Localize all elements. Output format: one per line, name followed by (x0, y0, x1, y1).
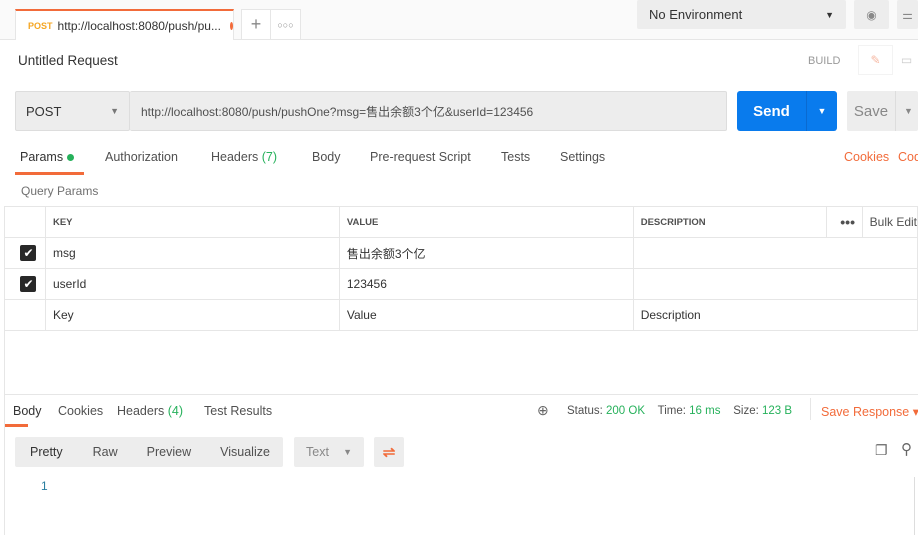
environment-select[interactable]: No Environment ▼ (637, 0, 846, 29)
eye-icon[interactable]: ◉ (854, 0, 889, 29)
row-checkbox[interactable]: ✔ (20, 276, 37, 292)
resp-tab-test-results[interactable]: Test Results (204, 404, 272, 418)
row-checkbox[interactable]: ✔ (20, 245, 37, 261)
tab-params[interactable]: Params (20, 150, 74, 164)
resp-tab-cookies[interactable]: Cookies (58, 404, 103, 418)
method-label: POST (26, 103, 62, 119)
response-size: 123 B (762, 405, 793, 417)
table-row-new: Key Value Description (4, 299, 918, 331)
comment-icon[interactable]: ▭ (895, 45, 918, 75)
response-meta: Status: 200 OK Time: 16 ms Size: 123 B (567, 405, 793, 417)
param-value[interactable]: 售出余额3个亿 (338, 237, 634, 269)
format-label: Text (306, 445, 329, 459)
save-label: Save (853, 102, 889, 120)
request-tab[interactable]: POST http://localhost:8080/push/pu... (15, 9, 234, 40)
send-label: Send (753, 102, 790, 120)
param-key[interactable]: userId (44, 268, 340, 300)
line-number: 1 (41, 479, 48, 493)
code-link[interactable]: Code (898, 150, 918, 164)
resp-tab-headers[interactable]: Headers (4) (117, 404, 183, 418)
copy-icon[interactable]: ❐ (875, 442, 888, 459)
response-time: 16 ms (689, 405, 721, 417)
view-preview[interactable]: Preview (147, 445, 191, 459)
more-options-icon[interactable]: ••• (825, 206, 863, 238)
key-placeholder[interactable]: Key (44, 299, 340, 331)
table-row: ✔ userId 123456 (4, 268, 918, 300)
save-response-button[interactable]: Save Response ▾ (821, 404, 918, 419)
globe-icon[interactable]: ⊕ (537, 402, 549, 419)
cookies-link[interactable]: Cookies (844, 150, 889, 164)
col-key: KEY (44, 206, 340, 238)
url-input[interactable]: http://localhost:8080/push/pushOne?msg=售… (130, 91, 727, 131)
send-dropdown-icon[interactable]: ▼ (806, 91, 837, 131)
search-icon[interactable]: ⚲ (901, 440, 912, 458)
param-value[interactable]: 123456 (338, 268, 634, 300)
more-tabs-button[interactable]: ○○○ (270, 9, 301, 40)
request-title[interactable]: Untitled Request (18, 53, 118, 68)
description-placeholder[interactable]: Description (632, 299, 918, 331)
environment-label: No Environment (649, 7, 743, 22)
save-dropdown-icon[interactable]: ▼ (895, 91, 913, 131)
format-select[interactable]: Text ▼ (294, 437, 364, 467)
view-pretty[interactable]: Pretty (30, 445, 63, 459)
unsaved-dot-icon (229, 21, 233, 30)
param-description[interactable] (632, 237, 918, 269)
status-code: 200 OK (606, 405, 646, 417)
tab-body[interactable]: Body (312, 150, 341, 164)
save-button[interactable]: Save ▼ (847, 91, 918, 131)
col-description: DESCRIPTION (632, 206, 827, 238)
tab-headers[interactable]: Headers (7) (211, 150, 277, 164)
wrap-lines-icon[interactable]: ⇌ (374, 437, 404, 467)
active-tab-indicator (15, 172, 84, 175)
tab-method: POST (28, 20, 53, 31)
bulk-edit-link[interactable]: Bulk Edit (861, 206, 918, 238)
param-description[interactable] (632, 268, 918, 300)
send-button[interactable]: Send ▼ (737, 91, 837, 131)
pencil-icon[interactable]: ✎ (858, 45, 893, 75)
params-table: KEY VALUE DESCRIPTION ••• Bulk Edit ✔ ms… (4, 206, 918, 331)
new-tab-button[interactable]: + (241, 9, 271, 40)
tab-settings[interactable]: Settings (560, 150, 605, 164)
scrollbar[interactable] (914, 477, 915, 535)
divider (4, 394, 918, 395)
view-mode-group: Pretty Raw Preview Visualize (15, 437, 283, 467)
tab-prerequest-script[interactable]: Pre-request Script (370, 150, 471, 164)
resp-tab-body[interactable]: Body (13, 404, 42, 418)
param-key[interactable]: msg (44, 237, 340, 269)
tab-title: http://localhost:8080/push/pu... (57, 18, 221, 33)
table-row: ✔ msg 售出余额3个亿 (4, 237, 918, 269)
resp-active-indicator (4, 424, 28, 427)
col-value: VALUE (338, 206, 634, 238)
view-raw[interactable]: Raw (93, 445, 118, 459)
method-select[interactable]: POST ▼ (15, 91, 130, 131)
tab-authorization[interactable]: Authorization (105, 150, 178, 164)
settings-sliders-icon[interactable]: ⚌ (897, 0, 918, 29)
view-visualize[interactable]: Visualize (220, 445, 270, 459)
value-placeholder[interactable]: Value (338, 299, 634, 331)
tab-tests[interactable]: Tests (501, 150, 530, 164)
build-label: BUILD (808, 55, 841, 67)
query-params-label: Query Params (21, 184, 99, 198)
